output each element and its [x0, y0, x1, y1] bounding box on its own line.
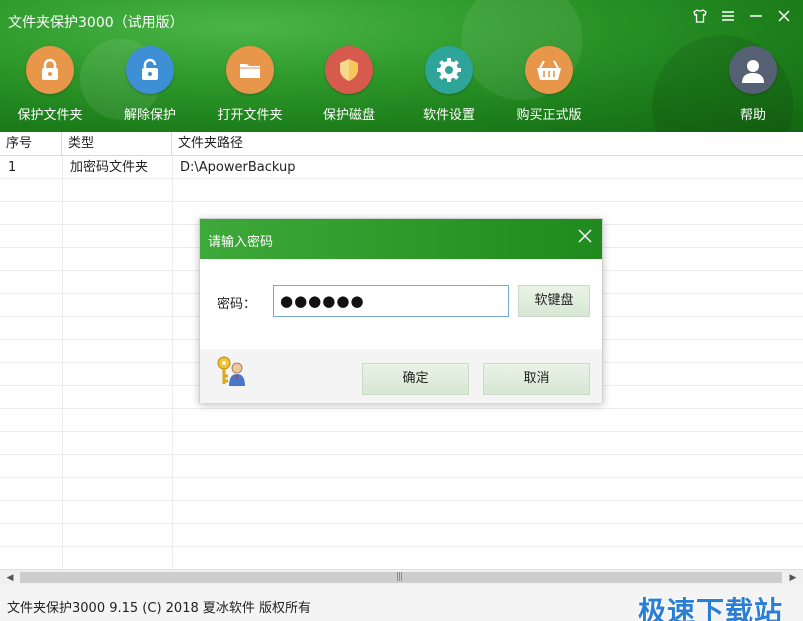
- watermark: 极速下载站: [637, 595, 783, 621]
- lock-icon: [26, 46, 74, 94]
- protect-disk-button[interactable]: 保护磁盘: [304, 46, 394, 123]
- key-user-icon: [214, 354, 248, 388]
- table-row-empty: [0, 478, 803, 501]
- table-row-empty: [0, 524, 803, 547]
- dialog-footer: 确定 取消: [200, 349, 602, 403]
- scroll-left-arrow-icon[interactable]: ◀: [2, 570, 18, 586]
- table-row-empty: [0, 501, 803, 524]
- tshirt-icon: [693, 9, 707, 23]
- toolbar-label: 保护磁盘: [322, 108, 375, 123]
- toolbar-label: 购买正式版: [516, 108, 582, 123]
- basket-icon: [525, 46, 573, 94]
- toolbar-label: 软件设置: [422, 108, 475, 123]
- grip-icon: |||: [396, 572, 403, 582]
- horizontal-scrollbar[interactable]: ◀ ||| ▶: [0, 569, 803, 585]
- open-folder-button[interactable]: 打开文件夹: [205, 46, 295, 123]
- toolbar-label: 解除保护: [123, 108, 176, 123]
- scroll-right-arrow-icon[interactable]: ▶: [785, 570, 801, 586]
- toolbar-label: 帮助: [739, 108, 766, 123]
- close-icon: [778, 10, 790, 22]
- settings-button[interactable]: 软件设置: [404, 46, 494, 123]
- window-title: 文件夹保护3000（试用版）: [8, 15, 184, 31]
- toolbar-label: 保护文件夹: [17, 108, 83, 123]
- ok-button[interactable]: 确定: [362, 363, 469, 395]
- dialog-title: 请输入密码: [208, 235, 274, 250]
- window-controls: [691, 8, 793, 30]
- close-icon: [578, 229, 592, 243]
- table-row[interactable]: 1 加密码文件夹 D:\ApowerBackup: [0, 156, 803, 179]
- buy-button[interactable]: 购买正式版: [504, 46, 594, 123]
- password-input[interactable]: [273, 285, 509, 317]
- protect-folder-button[interactable]: 保护文件夹: [5, 46, 95, 123]
- table-header: 序号 类型 文件夹路径: [0, 132, 803, 156]
- table-row-empty: [0, 179, 803, 202]
- password-dialog: 请输入密码 密码： 软键盘 确定 取消: [199, 218, 603, 403]
- unprotect-button[interactable]: 解除保护: [105, 46, 195, 123]
- user-icon: [729, 46, 777, 94]
- folder-icon: [226, 46, 274, 94]
- close-button[interactable]: [775, 8, 793, 30]
- shield-icon: [325, 46, 373, 94]
- help-button[interactable]: 帮助: [708, 46, 798, 123]
- menu-icon: [722, 11, 734, 21]
- column-path[interactable]: 文件夹路径: [172, 132, 803, 156]
- column-index[interactable]: 序号: [0, 132, 62, 156]
- unlock-icon: [126, 46, 174, 94]
- gear-icon: [425, 46, 473, 94]
- table-row-empty: [0, 432, 803, 455]
- status-text: 文件夹保护3000 9.15 (C) 2018 夏冰软件 版权所有: [7, 601, 311, 616]
- dialog-body: 密码： 软键盘: [200, 259, 602, 349]
- minimize-button[interactable]: [747, 8, 765, 30]
- table-row-empty: [0, 409, 803, 432]
- column-type[interactable]: 类型: [62, 132, 172, 156]
- row-index: 1: [8, 160, 17, 175]
- dialog-close-button[interactable]: [578, 228, 592, 248]
- password-label: 密码：: [217, 297, 257, 312]
- row-path: D:\ApowerBackup: [180, 160, 296, 175]
- toolbar-label: 打开文件夹: [217, 108, 283, 123]
- cancel-button[interactable]: 取消: [483, 363, 590, 395]
- app-header: 文件夹保护3000（试用版） 保护文件夹 解除保护 打开文件夹 保护磁盘 软件设…: [0, 0, 803, 132]
- scroll-thumb[interactable]: |||: [20, 572, 782, 583]
- menu-button[interactable]: [719, 8, 737, 30]
- minimize-icon: [750, 15, 762, 17]
- toolbar: 保护文件夹 解除保护 打开文件夹 保护磁盘 软件设置 购买正式版 帮助: [0, 46, 803, 128]
- soft-keyboard-button[interactable]: 软键盘: [518, 285, 590, 317]
- table-row-empty: [0, 455, 803, 478]
- skin-button[interactable]: [691, 8, 709, 30]
- dialog-header: 请输入密码: [200, 219, 602, 259]
- row-type: 加密码文件夹: [70, 160, 149, 175]
